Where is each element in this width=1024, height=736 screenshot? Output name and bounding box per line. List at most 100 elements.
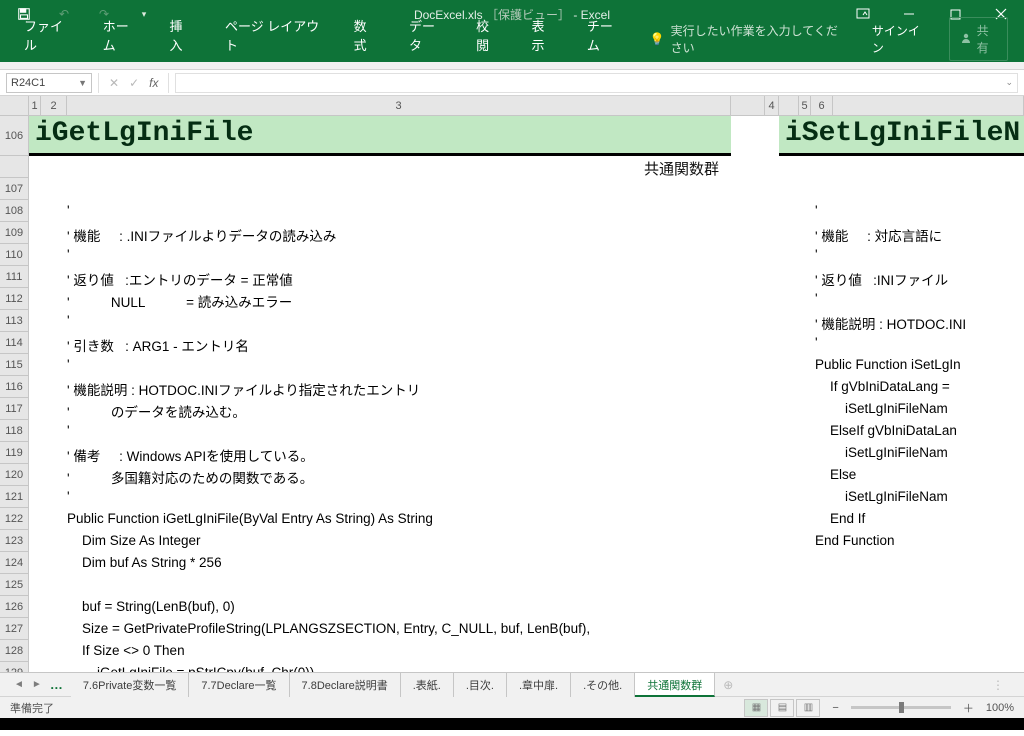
tab-nav-next-icon[interactable]: ► — [32, 679, 42, 690]
code-cell[interactable]: iGetLgIniFile = pStrICpy(buf, Chr(0)) — [67, 662, 314, 672]
row-header[interactable]: 123 — [0, 530, 28, 552]
column-header[interactable]: 5 — [799, 96, 811, 115]
signin-link[interactable]: サインイン — [862, 16, 937, 62]
code-cell[interactable]: If Size <> 0 Then — [67, 640, 185, 662]
ribbon-tab[interactable]: チーム — [571, 8, 638, 62]
column-header[interactable] — [779, 96, 799, 115]
row-header[interactable]: 120 — [0, 464, 28, 486]
row-header[interactable]: 111 — [0, 266, 28, 288]
row-header[interactable]: 107 — [0, 178, 28, 200]
code-cell[interactable]: buf = String(LenB(buf), 0) — [67, 596, 235, 618]
code-cell[interactable]: ' 多国籍対応のための関数である。 — [67, 464, 313, 486]
fx-icon[interactable]: fx — [149, 76, 158, 90]
formula-bar[interactable]: ⌄ — [175, 73, 1018, 93]
code-cell[interactable]: ' 機能 : .INIファイルよりデータの読み込み — [67, 222, 336, 244]
ribbon-tab[interactable]: ホーム — [87, 8, 154, 62]
row-header[interactable]: 121 — [0, 486, 28, 508]
enter-formula-icon[interactable]: ✓ — [129, 76, 139, 90]
code-cell[interactable]: Public Function iGetLgIniFile(ByVal Entr… — [67, 508, 433, 530]
code-cell[interactable]: iSetLgIniFileNam — [815, 442, 948, 464]
code-cell[interactable]: If gVbIniDataLang = — [815, 376, 953, 398]
code-cell[interactable]: Dim buf As String * 256 — [67, 552, 222, 574]
code-cell[interactable]: ' 備考 : Windows APIを使用している。 — [67, 442, 314, 464]
code-cell[interactable]: Public Function iSetLgIn — [815, 354, 961, 376]
row-header[interactable]: 116 — [0, 376, 28, 398]
row-header[interactable]: 122 — [0, 508, 28, 530]
ribbon-tab[interactable]: 校閲 — [460, 8, 515, 62]
row-header[interactable]: 125 — [0, 574, 28, 596]
sheet-tab[interactable]: 共通関数群 — [635, 673, 715, 697]
code-cell[interactable]: Else — [815, 464, 856, 486]
code-cell[interactable]: ' — [815, 332, 818, 354]
cancel-formula-icon[interactable]: ✕ — [109, 76, 119, 90]
sheet-tab[interactable]: .表紙. — [401, 673, 454, 697]
row-header[interactable]: 119 — [0, 442, 28, 464]
sheet-tab[interactable]: 7.8Declare説明書 — [290, 673, 401, 697]
sheet-tab[interactable]: 7.6Private変数一覧 — [71, 673, 190, 697]
row-header[interactable]: 108 — [0, 200, 28, 222]
chevron-down-icon[interactable]: ▼ — [78, 78, 87, 88]
row-header[interactable]: 112 — [0, 288, 28, 310]
column-header[interactable]: 4 — [765, 96, 779, 115]
code-cell[interactable]: ' — [815, 288, 818, 310]
code-cell[interactable]: ' — [815, 244, 818, 266]
row-header[interactable]: 114 — [0, 332, 28, 354]
code-cell[interactable]: ' 機能説明 : HOTDOC.INI — [815, 310, 966, 332]
tell-me[interactable]: 💡 実行したい作業を入力してください — [638, 16, 862, 62]
view-normal-icon[interactable]: ▦ — [744, 699, 768, 717]
code-cell[interactable]: ElseIf gVbIniDataLan — [815, 420, 957, 442]
code-cell[interactable]: iSetLgIniFileNam — [815, 398, 948, 420]
cells-area[interactable]: iGetLgIniFile iSetLgIniFileN 共通関数群 '' 機能… — [29, 116, 1024, 672]
row-header[interactable]: 110 — [0, 244, 28, 266]
row-header[interactable]: 129 — [0, 662, 28, 672]
code-cell[interactable]: ' — [67, 354, 70, 376]
worksheet-grid[interactable]: 1061071081091101111121131141151161171181… — [0, 116, 1024, 672]
row-header[interactable]: 126 — [0, 596, 28, 618]
row-header[interactable]: 128 — [0, 640, 28, 662]
row-header[interactable]: 117 — [0, 398, 28, 420]
code-cell[interactable]: iSetLgIniFileNam — [815, 486, 948, 508]
expand-formula-icon[interactable]: ⌄ — [1005, 77, 1013, 88]
code-cell[interactable]: ' NULL = 読み込みエラー — [67, 288, 292, 310]
ribbon-tab[interactable]: ファイル — [8, 8, 87, 62]
code-cell[interactable]: Size = GetPrivateProfileString(LPLANGSZS… — [67, 618, 590, 640]
code-cell[interactable]: Dim Size As Integer — [67, 530, 201, 552]
code-cell[interactable]: ' — [67, 244, 70, 266]
code-cell[interactable]: ' 機能説明 : HOTDOC.INIファイルより指定されたエントリ — [67, 376, 420, 398]
row-header[interactable]: 113 — [0, 310, 28, 332]
ribbon-tab[interactable]: 挿入 — [154, 8, 209, 62]
sheet-tab[interactable]: .目次. — [454, 673, 507, 697]
code-cell[interactable]: End Function — [815, 530, 895, 552]
code-cell[interactable]: ' — [67, 420, 70, 442]
code-cell[interactable]: ' — [67, 486, 70, 508]
row-header[interactable]: 127 — [0, 618, 28, 640]
cell-func-title-right[interactable]: iSetLgIniFileN — [779, 116, 1024, 156]
code-cell[interactable]: ' のデータを読み込む。 — [67, 398, 246, 420]
row-header[interactable]: 118 — [0, 420, 28, 442]
sheet-tab[interactable]: .章中扉. — [507, 673, 571, 697]
select-all-corner[interactable] — [0, 96, 29, 115]
code-cell[interactable]: ' — [815, 200, 818, 222]
share-button[interactable]: 共有 — [949, 17, 1008, 61]
zoom-slider[interactable] — [851, 706, 951, 709]
ribbon-tab[interactable]: ページ レイアウト — [209, 8, 338, 62]
ribbon-tab[interactable]: データ — [393, 8, 460, 62]
column-header[interactable]: 6 — [811, 96, 833, 115]
row-header[interactable] — [0, 156, 28, 178]
row-header[interactable]: 115 — [0, 354, 28, 376]
add-sheet-button[interactable]: ⊕ — [715, 678, 741, 692]
cell-subtitle[interactable]: 共通関数群 — [29, 156, 731, 178]
name-box[interactable]: R24C1▼ — [6, 73, 92, 93]
code-cell[interactable]: ' 引き数 : ARG1 - エントリ名 — [67, 332, 249, 354]
row-header[interactable]: 106 — [0, 116, 28, 156]
zoom-out-icon[interactable]: − — [832, 702, 838, 714]
view-page-layout-icon[interactable]: ▤ — [770, 699, 794, 717]
code-cell[interactable]: ' — [67, 310, 70, 332]
row-header[interactable]: 109 — [0, 222, 28, 244]
ribbon-tab[interactable]: 数式 — [338, 8, 393, 62]
column-header[interactable]: 3 — [67, 96, 731, 115]
column-header[interactable] — [833, 96, 1024, 115]
ribbon-tab[interactable]: 表示 — [515, 8, 570, 62]
zoom-level[interactable]: 100% — [986, 702, 1014, 714]
column-header[interactable] — [731, 96, 765, 115]
